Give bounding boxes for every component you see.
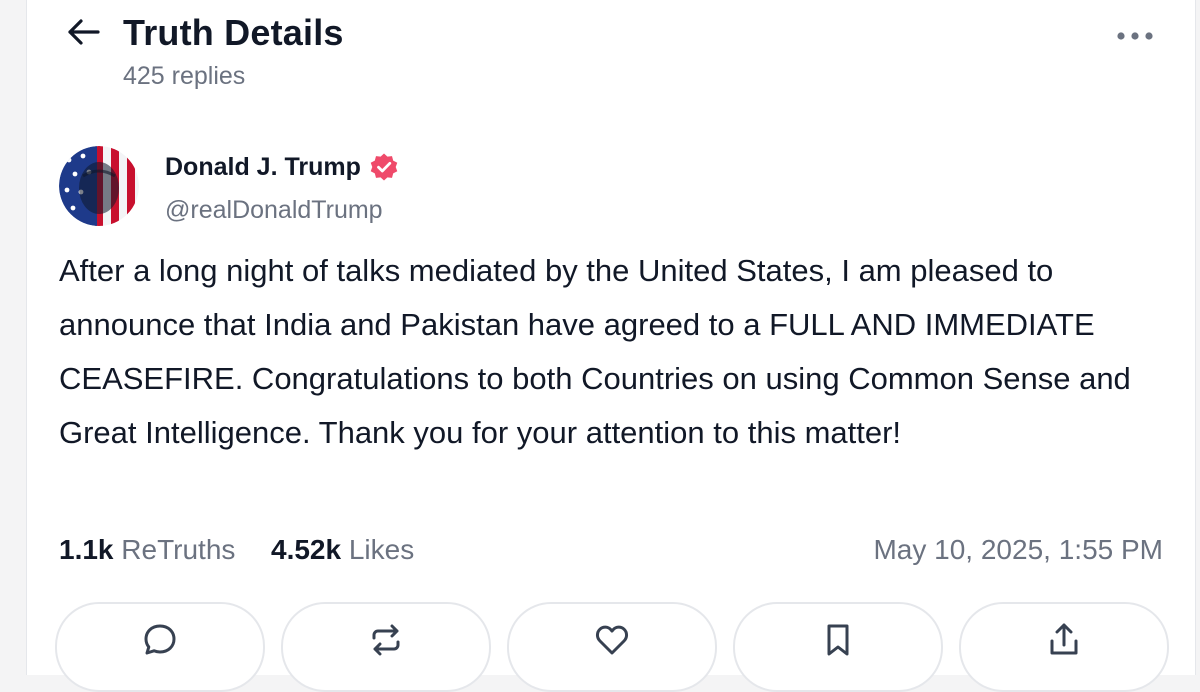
name-row: Donald J. Trump <box>165 152 399 182</box>
page-title: Truth Details <box>123 12 344 53</box>
avatar[interactable] <box>59 146 139 226</box>
heart-icon <box>595 625 629 655</box>
more-options-button[interactable] <box>1111 20 1159 52</box>
reply-icon <box>144 624 176 655</box>
likes-stat[interactable]: 4.52k Likes <box>271 534 414 566</box>
user-handle[interactable]: @realDonaldTrump <box>165 196 383 225</box>
action-bar <box>55 602 1169 692</box>
retruth-button[interactable] <box>281 602 491 692</box>
post-stats: 1.1k ReTruths 4.52k Likes May 10, 2025, … <box>59 528 1163 572</box>
likes-label: Likes <box>348 534 415 565</box>
arrow-left-icon <box>68 19 100 45</box>
reply-count: 425 replies <box>123 62 246 90</box>
likes-count: 4.52k <box>271 534 342 565</box>
reply-button[interactable] <box>55 602 265 692</box>
header: Truth Details 425 replies <box>27 0 1195 110</box>
retruths-count: 1.1k <box>59 534 114 565</box>
author-block: Donald J. Trump @realDonaldTrump <box>59 146 659 230</box>
share-button[interactable] <box>959 602 1169 692</box>
share-icon <box>1050 623 1078 655</box>
back-button[interactable] <box>63 12 103 52</box>
truth-detail-panel: Truth Details 425 replies Donald J. Trum… <box>26 0 1196 692</box>
retruths-stat[interactable]: 1.1k ReTruths <box>59 534 235 566</box>
retruth-icon <box>372 624 400 656</box>
bookmark-button[interactable] <box>733 602 943 692</box>
like-button[interactable] <box>507 602 717 692</box>
bookmark-icon <box>827 624 849 656</box>
retruths-label: ReTruths <box>121 534 236 565</box>
more-horizontal-icon <box>1117 32 1153 40</box>
post-timestamp: May 10, 2025, 1:55 PM <box>873 534 1163 565</box>
verified-badge-icon <box>370 153 398 181</box>
post-text: After a long night of talks mediated by … <box>59 253 1131 450</box>
display-name[interactable]: Donald J. Trump <box>165 153 361 182</box>
